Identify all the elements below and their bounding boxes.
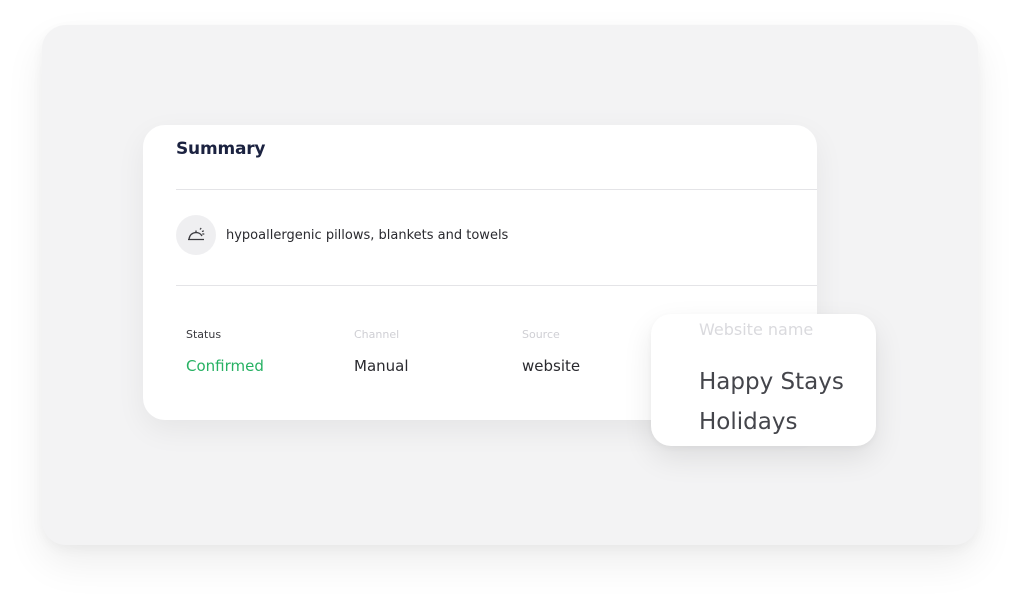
channel-field: Channel Manual <box>354 327 409 375</box>
summary-title: Summary <box>176 139 266 159</box>
service-bell-icon <box>176 215 216 255</box>
status-field: Status Confirmed <box>186 327 264 375</box>
source-value: website <box>522 357 581 375</box>
website-name-value: Happy Stays Holidays <box>699 369 844 435</box>
divider <box>176 285 817 286</box>
status-label: Status <box>186 328 222 341</box>
source-label: Source <box>522 328 560 341</box>
website-name-label: Website name <box>699 320 814 339</box>
divider <box>176 189 817 190</box>
amenity-row: hypoallergenic pillows, blankets and tow… <box>176 215 508 255</box>
channel-value: Manual <box>354 357 409 375</box>
status-value: Confirmed <box>186 357 264 375</box>
channel-label: Channel <box>354 328 400 341</box>
amenity-label: hypoallergenic pillows, blankets and tow… <box>226 227 509 243</box>
website-name-card: Website name Happy Stays Holidays <box>651 314 876 446</box>
source-field: Source website <box>522 327 580 375</box>
